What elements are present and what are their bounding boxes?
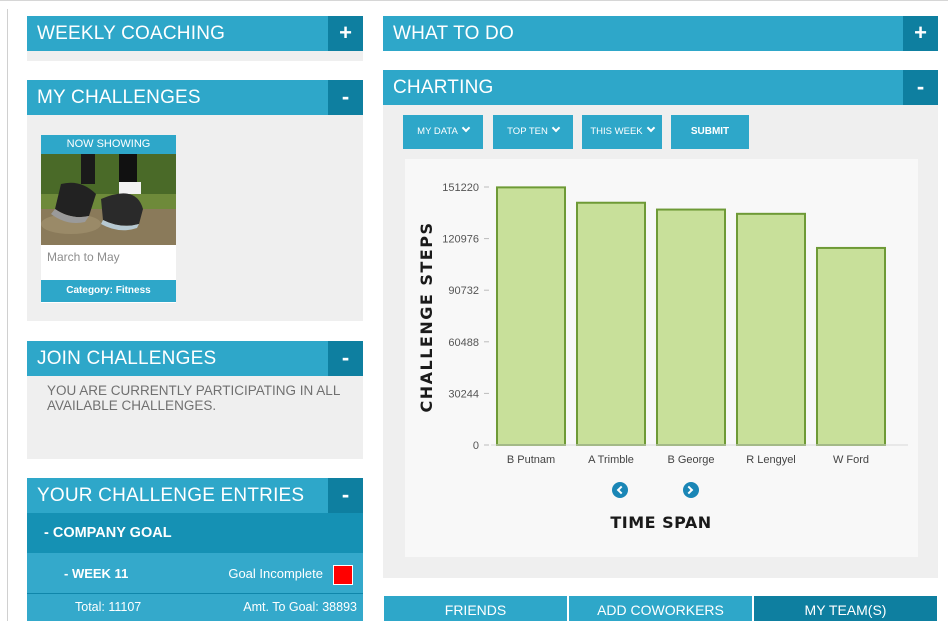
bar[interactable] (656, 208, 726, 447)
expand-button[interactable]: + (903, 16, 938, 51)
amount-to-goal: Amt. To Goal: 38893 (243, 600, 357, 614)
what-to-do-panel: WHAT TO DO + (383, 16, 938, 51)
collapse-button[interactable]: - (328, 341, 363, 376)
next-period-button[interactable] (683, 482, 699, 498)
my-challenges-panel: MY CHALLENGES - NOW SHOWING March to May… (27, 80, 363, 321)
charting-panel: CHARTING - MY DATA TOP TEN THIS WEEK SUB… (383, 70, 938, 578)
totals-row: Total: 11107 Amt. To Goal: 38893 (27, 594, 363, 621)
submit-button[interactable]: SUBMIT (671, 115, 749, 149)
x-axis-title: TIME SPAN (610, 513, 711, 532)
participation-message: YOU ARE CURRENTLY PARTICIPATING IN ALL A… (47, 383, 340, 413)
y-tick-label: 60488 (448, 337, 479, 349)
weekly-coaching-panel: WEEKLY COACHING + (27, 16, 363, 61)
goal-status-indicator (333, 565, 353, 585)
x-tick-label: R Lengyel (746, 454, 796, 466)
chevron-down-icon (551, 123, 561, 133)
this-week-dropdown[interactable]: THIS WEEK (582, 115, 662, 149)
week-row[interactable]: - WEEK 11 Goal Incomplete (27, 553, 363, 593)
bar[interactable] (816, 246, 886, 446)
join-challenges-header: JOIN CHALLENGES - (27, 341, 363, 376)
left-border (7, 9, 8, 621)
weekly-coaching-title: WEEKLY COACHING (37, 23, 226, 44)
expand-button[interactable]: + (328, 16, 363, 51)
my-challenges-header: MY CHALLENGES - (27, 80, 363, 115)
bar-chart: 0 30244 60488 90732 120976 151220 B Putnam A T… (417, 182, 908, 532)
my-data-dropdown[interactable]: MY DATA (403, 115, 483, 149)
x-tick-label: W Ford (833, 454, 869, 466)
y-tick-label: 30244 (448, 388, 479, 400)
chevron-left-icon (616, 485, 626, 495)
x-tick-label: B George (667, 454, 714, 466)
x-tick-label: A Trimble (588, 454, 634, 466)
week-label: - WEEK 11 (64, 566, 129, 581)
company-goal-label: - COMPANY GOAL (44, 525, 172, 541)
company-goal-row[interactable]: - COMPANY GOAL (27, 513, 363, 553)
y-axis-title: CHALLENGE STEPS (417, 222, 436, 413)
collapse-button[interactable]: - (328, 478, 363, 513)
my-data-label: MY DATA (417, 126, 458, 137)
y-tick-label: 0 (473, 440, 479, 452)
chevron-right-icon (684, 485, 694, 495)
challenge-card[interactable]: NOW SHOWING March to May Category: Fitne… (41, 135, 176, 303)
chart-area: 0 30244 60488 90732 120976 151220 B Putnam A T… (405, 159, 918, 557)
y-tick-label: 120976 (442, 234, 479, 246)
previous-period-button[interactable] (612, 482, 628, 498)
bar[interactable] (496, 186, 566, 447)
y-tick-label: 151220 (442, 182, 479, 194)
challenge-entries-header: YOUR CHALLENGE ENTRIES - (27, 478, 363, 513)
y-tick-label: 90732 (448, 285, 479, 297)
what-to-do-header: WHAT TO DO + (383, 16, 938, 51)
challenge-period: March to May (47, 250, 120, 264)
collapse-button[interactable]: - (903, 70, 938, 105)
what-to-do-title: WHAT TO DO (393, 23, 514, 44)
tab-add-coworkers[interactable]: ADD COWORKERS (569, 596, 752, 621)
my-challenges-title: MY CHALLENGES (37, 87, 201, 108)
people-tabs: FRIENDS ADD COWORKERS MY TEAM(S) (384, 596, 937, 621)
challenge-category: Category: Fitness (41, 280, 176, 302)
bar[interactable] (576, 201, 646, 447)
challenge-entries-panel: YOUR CHALLENGE ENTRIES - - COMPANY GOAL … (27, 478, 363, 621)
total-value: Total: 11107 (75, 600, 142, 614)
challenge-entries-title: YOUR CHALLENGE ENTRIES (37, 485, 305, 506)
collapse-button[interactable]: - (328, 80, 363, 115)
tab-friends[interactable]: FRIENDS (384, 596, 567, 621)
tab-my-teams[interactable]: MY TEAM(S) (754, 596, 937, 621)
charting-header: CHARTING - (383, 70, 938, 105)
this-week-label: THIS WEEK (590, 126, 643, 137)
join-challenges-panel: JOIN CHALLENGES - YOU ARE CURRENTLY PART… (27, 341, 363, 459)
chevron-down-icon (461, 123, 471, 133)
x-tick-label: B Putnam (507, 454, 555, 466)
chevron-down-icon (646, 123, 655, 133)
bar[interactable] (736, 212, 806, 446)
weekly-coaching-header: WEEKLY COACHING + (27, 16, 363, 51)
challenge-photo (41, 154, 176, 245)
charting-title: CHARTING (393, 77, 494, 98)
now-showing-badge: NOW SHOWING (41, 135, 176, 154)
top-ten-dropdown[interactable]: TOP TEN (493, 115, 573, 149)
page: WEEKLY COACHING + MY CHALLENGES - NOW SH… (0, 0, 948, 621)
goal-status: Goal Incomplete (228, 566, 323, 581)
top-ten-label: TOP TEN (507, 126, 548, 137)
join-challenges-title: JOIN CHALLENGES (37, 348, 217, 369)
